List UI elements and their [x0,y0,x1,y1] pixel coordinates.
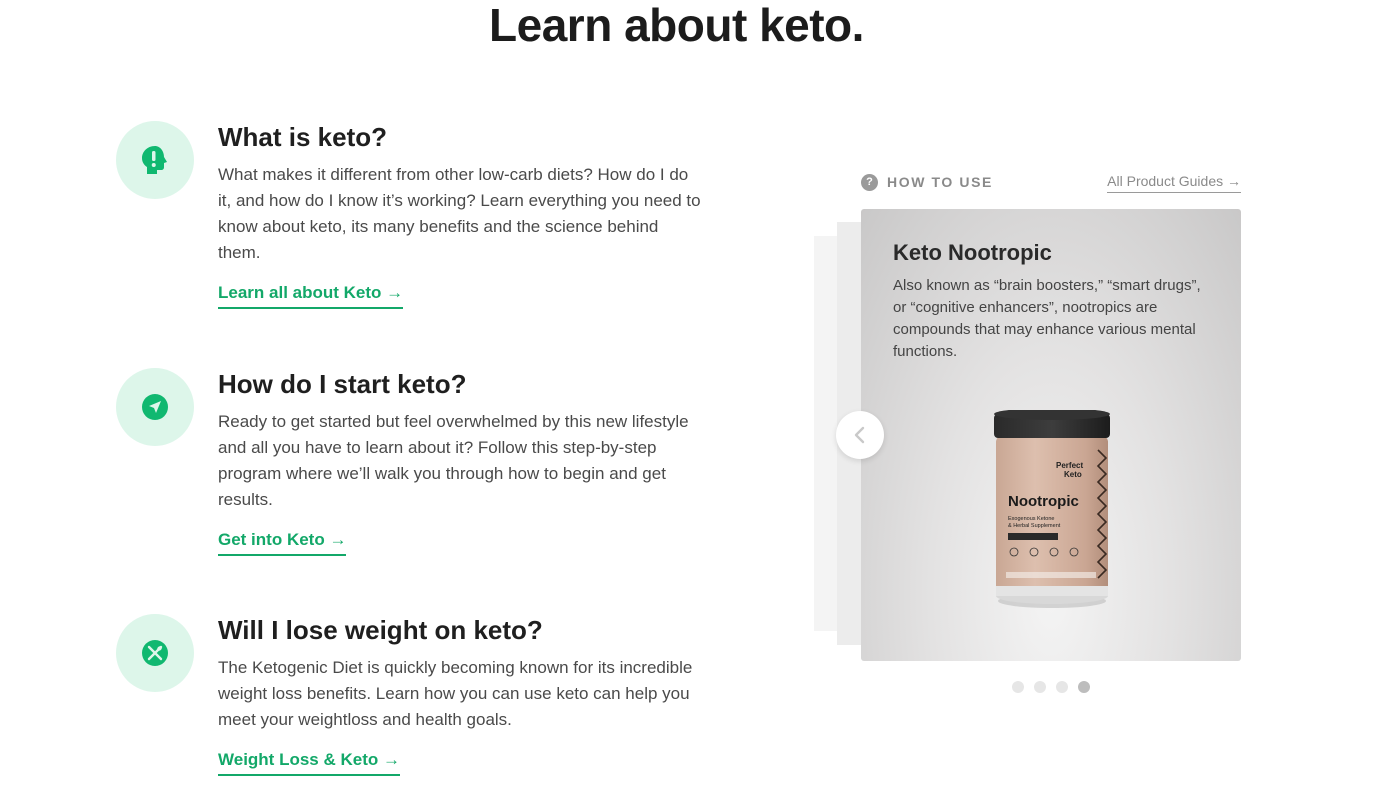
carousel-prev-button[interactable] [836,411,884,459]
carousel-dot-4[interactable] [1078,681,1090,693]
weight-loss-keto-link[interactable]: Weight Loss & Keto → [218,750,400,776]
topic-title: What is keto? [218,122,388,152]
card-description: Also known as “brain boosters,” “smart d… [893,277,1201,360]
carousel-dot-1[interactable] [1012,681,1024,693]
how-to-use-header: ? HOW TO USE All Product Guides → [861,172,1241,194]
get-into-keto-link[interactable]: Get into Keto → [218,530,347,556]
navigation-arrow-icon [116,368,194,446]
utensils-icon [116,614,194,692]
svg-text:Perfect: Perfect [1056,461,1083,470]
carousel-dot-3[interactable] [1056,681,1068,693]
svg-text:& Herbal Supplement: & Herbal Supplement [1008,523,1061,529]
chevron-left-icon [854,426,865,444]
learn-all-about-keto-link[interactable]: Learn all about Keto → [218,283,404,309]
svg-text:Keto: Keto [1064,470,1082,479]
help-icon: ? [861,174,878,191]
how-to-use-label: HOW TO USE [887,174,993,190]
card-title: Keto Nootropic [893,240,1052,265]
all-product-guides-link[interactable]: All Product Guides → [1107,173,1241,193]
svg-text:Nootropic: Nootropic [1008,493,1079,510]
page-title: Learn about keto. [489,0,864,51]
carousel-dots [1012,681,1102,693]
topic-description: Ready to get started but feel overwhelme… [218,412,689,509]
nootropic-product-image: Perfect Keto Nootropic Exogenous Ketone … [994,408,1110,610]
head-exclamation-icon [116,121,194,199]
carousel-dot-2[interactable] [1034,681,1046,693]
topic-title: How do I start keto? [218,369,467,399]
svg-text:Exogenous Ketone: Exogenous Ketone [1008,516,1054,522]
topic-description: The Ketogenic Diet is quickly becoming k… [218,658,693,729]
topic-description: What makes it different from other low-c… [218,165,701,262]
topic-title: Will I lose weight on keto? [218,615,543,645]
